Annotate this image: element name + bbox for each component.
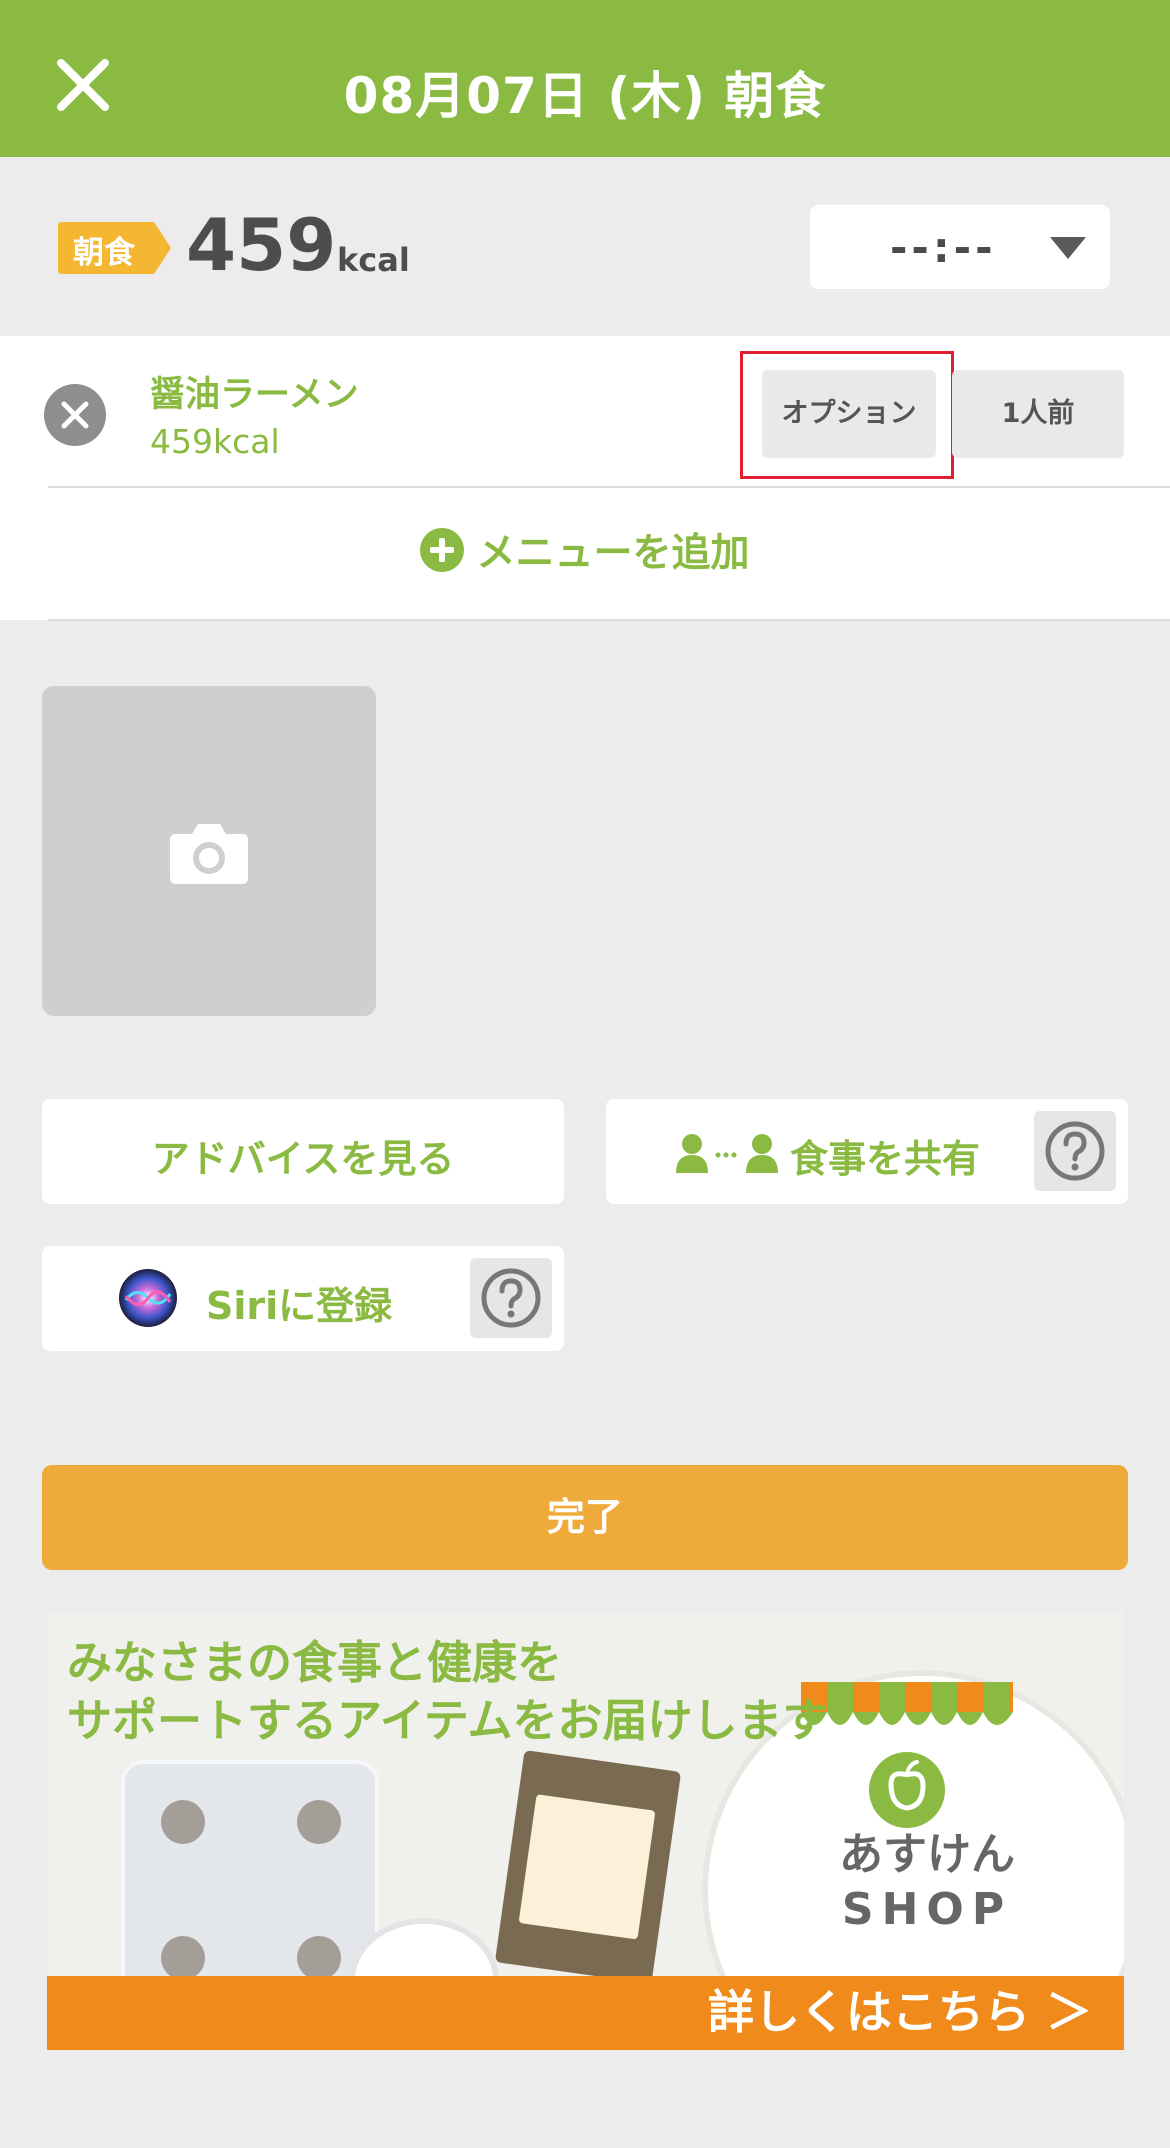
total-kcal-unit: kcal [337, 241, 410, 279]
advice-button[interactable]: アドバイスを見る [42, 1099, 564, 1204]
camera-icon [170, 824, 248, 884]
add-photo-button[interactable] [42, 686, 376, 1016]
share-help-button[interactable] [1034, 1111, 1116, 1191]
option-button[interactable]: オプション [762, 370, 936, 458]
menu-item-kcal: 459kcal [150, 422, 280, 461]
portion-button[interactable]: 1人前 [952, 370, 1124, 458]
share-people-icon [676, 1134, 778, 1173]
divider [48, 619, 1170, 621]
grain-bag-image [494, 1750, 682, 1984]
asken-logo-icon [869, 1752, 945, 1828]
meal-time-select[interactable]: --:-- [810, 205, 1110, 289]
help-icon [1045, 1121, 1105, 1181]
add-menu-label: メニューを追加 [476, 531, 750, 576]
banner-headline-2: サポートするアイテムをお届けします [67, 1694, 828, 1747]
done-button[interactable]: 完了 [42, 1465, 1128, 1570]
share-meal-button[interactable]: 食事を共有 [606, 1099, 1128, 1204]
shop-awning-icon [801, 1682, 1013, 1725]
add-menu-button[interactable]: メニューを追加 [0, 522, 1170, 578]
shop-banner[interactable]: あすけん SHOP みなさまの食事と健康を サポートするアイテムをお届けします … [47, 1612, 1124, 2050]
header-bar: 08月07日 (木) 朝食 [0, 0, 1170, 157]
caret-down-icon [1050, 237, 1086, 259]
share-meal-label: 食事を共有 [790, 1137, 981, 1181]
shop-name: あすけん SHOP [807, 1827, 1047, 1937]
plus-circle-icon [420, 528, 465, 572]
banner-footer: 詳しくはこちら ＞ [47, 1976, 1124, 2050]
meal-time-value: --:-- [890, 223, 997, 272]
siri-icon [119, 1269, 177, 1327]
advice-label: アドバイスを見る [151, 1137, 455, 1181]
meal-tag-label: 朝食 [73, 235, 135, 271]
shop-name-line1: あすけん [839, 1829, 1015, 1880]
banner-headline-1: みなさまの食事と健康を [67, 1636, 563, 1689]
siri-register-button[interactable]: Siriに登録 [42, 1246, 564, 1351]
help-icon [481, 1268, 541, 1328]
meal-summary: 朝食 459 kcal --:-- [0, 157, 1170, 335]
siri-help-button[interactable] [470, 1258, 552, 1338]
page-title: 08月07日 (木) 朝食 [343, 67, 827, 125]
banner-cta-link[interactable]: 詳しくはこちら ＞ [708, 1976, 1092, 2042]
remove-icon [61, 401, 89, 429]
menu-item-name[interactable]: 醤油ラーメン [150, 366, 359, 417]
siri-register-label: Siriに登録 [206, 1284, 393, 1328]
menu-list: 醤油ラーメン 459kcal オプション 1人前 メニューを追加 [0, 336, 1170, 621]
shop-name-line2: SHOP [841, 1884, 1013, 1935]
remove-item-button[interactable] [44, 384, 106, 446]
total-kcal-value: 459 [186, 203, 337, 287]
divider [48, 486, 1170, 488]
